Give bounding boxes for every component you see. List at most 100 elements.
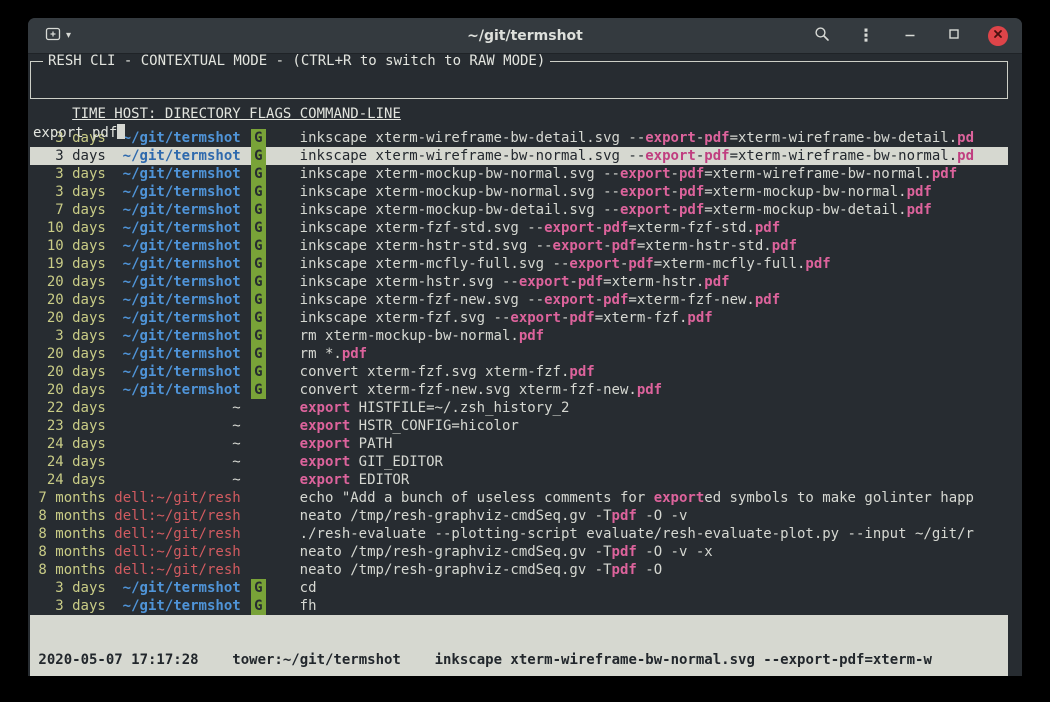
row-time: 10 days bbox=[30, 237, 106, 255]
history-row[interactable]: 3 days~/git/termshotGinkscape xterm-mock… bbox=[30, 183, 1008, 201]
row-time: 22 days bbox=[30, 399, 106, 417]
history-row[interactable]: 24 days~export PATH bbox=[30, 435, 1008, 453]
history-row[interactable]: 7 monthsdell:~/git/reshecho "Add a bunch… bbox=[30, 489, 1008, 507]
search-match-highlight: export bbox=[300, 436, 351, 452]
row-command: export HSTR_CONFIG=hicolor bbox=[300, 417, 519, 435]
search-match-highlight: pdf bbox=[578, 274, 603, 290]
row-time: 24 days bbox=[30, 453, 106, 471]
search-match-highlight: pdf bbox=[569, 364, 594, 380]
row-flags: G bbox=[249, 237, 291, 255]
row-flags bbox=[249, 543, 291, 561]
row-directory: ~/git/termshot bbox=[114, 363, 240, 381]
history-list: 3 days~/git/termshotGinkscape xterm-wire… bbox=[30, 129, 1008, 615]
search-match-highlight: pdf bbox=[612, 238, 637, 254]
row-directory: ~/git/termshot bbox=[114, 345, 240, 363]
terminal-window: ▾ ~/git/termshot ⋮ bbox=[28, 18, 1022, 676]
close-icon bbox=[992, 28, 1004, 43]
history-row[interactable]: 8 monthsdell:~/git/resh./resh-evaluate -… bbox=[30, 525, 1008, 543]
search-match-highlight: pdf bbox=[772, 238, 797, 254]
search-match-highlight: pdf bbox=[687, 310, 712, 326]
search-match-highlight: pdf bbox=[704, 274, 729, 290]
row-time: 20 days bbox=[30, 309, 106, 327]
new-tab-button[interactable]: ▾ bbox=[40, 22, 76, 49]
history-row[interactable]: 8 monthsdell:~/git/reshneato /tmp/resh-g… bbox=[30, 561, 1008, 579]
history-row[interactable]: 10 days~/git/termshotGinkscape xterm-fzf… bbox=[30, 219, 1008, 237]
history-row[interactable]: 24 days~export GIT_EDITOR bbox=[30, 453, 1008, 471]
row-time: 20 days bbox=[30, 345, 106, 363]
history-row[interactable]: 20 days~/git/termshotGconvert xterm-fzf.… bbox=[30, 363, 1008, 381]
restore-icon bbox=[947, 27, 961, 44]
git-flag-badge: G bbox=[251, 273, 265, 291]
row-directory: ~/git/termshot bbox=[114, 219, 240, 237]
history-row[interactable]: 19 days~/git/termshotGinkscape xterm-mcf… bbox=[30, 255, 1008, 273]
search-match-highlight: export bbox=[544, 220, 595, 236]
row-flags: G bbox=[249, 201, 291, 219]
row-command: rm xterm-mockup-bw-normal.pdf bbox=[300, 327, 544, 345]
row-flags bbox=[249, 453, 291, 471]
row-directory: ~/git/termshot bbox=[114, 273, 240, 291]
search-match-highlight: pdf bbox=[519, 328, 544, 344]
row-command: export PATH bbox=[300, 435, 393, 453]
search-match-highlight: pdf bbox=[907, 202, 932, 218]
history-row[interactable]: 20 days~/git/termshotGinkscape xterm-fzf… bbox=[30, 291, 1008, 309]
search-match-highlight: export bbox=[620, 184, 671, 200]
row-time: 20 days bbox=[30, 381, 106, 399]
git-flag-badge: G bbox=[251, 327, 265, 345]
history-row[interactable]: 3 days~/git/termshotGcd bbox=[30, 579, 1008, 597]
row-command: inkscape xterm-hstr.svg --export-pdf=xte… bbox=[300, 273, 730, 291]
search-match-highlight: export bbox=[510, 310, 561, 326]
row-command: fh bbox=[300, 597, 317, 615]
row-time: 19 days bbox=[30, 255, 106, 273]
row-command: inkscape xterm-mockup-bw-normal.svg --ex… bbox=[300, 183, 932, 201]
menu-button[interactable]: ⋮ bbox=[856, 26, 876, 46]
search-button[interactable] bbox=[812, 26, 832, 46]
row-directory: ~/git/termshot bbox=[114, 327, 240, 345]
terminal-screen[interactable]: RESH CLI - CONTEXTUAL MODE - (CTRL+R to … bbox=[28, 54, 1022, 676]
search-input[interactable]: export pdf bbox=[31, 116, 1007, 142]
history-row[interactable]: 8 monthsdell:~/git/reshneato /tmp/resh-g… bbox=[30, 543, 1008, 561]
row-flags bbox=[249, 525, 291, 543]
search-match-highlight: export bbox=[569, 256, 620, 272]
new-tab-icon bbox=[45, 26, 61, 45]
row-time: 3 days bbox=[30, 597, 106, 615]
search-match-highlight: export bbox=[519, 274, 570, 290]
history-row[interactable]: 3 days~/git/termshotGfh bbox=[30, 597, 1008, 615]
row-directory: ~/git/termshot bbox=[114, 255, 240, 273]
row-flags: G bbox=[249, 273, 291, 291]
history-row[interactable]: 8 monthsdell:~/git/reshneato /tmp/resh-g… bbox=[30, 507, 1008, 525]
row-flags: G bbox=[249, 291, 291, 309]
row-directory: ~ bbox=[114, 453, 240, 471]
history-row[interactable]: 22 days~export HISTFILE=~/.zsh_history_2 bbox=[30, 399, 1008, 417]
row-directory: dell:~/git/resh bbox=[114, 561, 240, 579]
row-time: 23 days bbox=[30, 417, 106, 435]
search-match-highlight: pdf bbox=[612, 562, 637, 578]
git-flag-badge: G bbox=[251, 363, 265, 381]
row-command: inkscape xterm-fzf-new.svg --export-pdf=… bbox=[300, 291, 780, 309]
search-match-highlight: pdf bbox=[805, 256, 830, 272]
row-flags bbox=[249, 417, 291, 435]
close-button[interactable] bbox=[988, 26, 1008, 46]
kebab-menu-icon: ⋮ bbox=[858, 26, 875, 46]
row-directory: ~ bbox=[114, 417, 240, 435]
history-row[interactable]: 10 days~/git/termshotGinkscape xterm-hst… bbox=[30, 237, 1008, 255]
history-row[interactable]: 20 days~/git/termshotGrm *.pdf bbox=[30, 345, 1008, 363]
history-row[interactable]: 20 days ~/git/termshot Ginkscape xterm-hst… bbox=[30, 273, 1008, 291]
search-match-highlight: export bbox=[654, 490, 705, 506]
history-row[interactable]: 20 days~/git/termshotGinkscape xterm-fzf… bbox=[30, 309, 1008, 327]
history-row[interactable]: 3 days~/git/termshotGrm xterm-mockup-bw-… bbox=[30, 327, 1008, 345]
row-command: echo "Add a bunch of useless comments fo… bbox=[300, 489, 974, 507]
search-match-highlight: pdf bbox=[628, 256, 653, 272]
search-match-highlight: pdf bbox=[907, 184, 932, 200]
row-flags bbox=[249, 489, 291, 507]
row-time: 20 days bbox=[30, 273, 106, 291]
row-command: neato /tmp/resh-graphviz-cmdSeq.gv -Tpdf… bbox=[300, 543, 713, 561]
restore-button[interactable] bbox=[944, 26, 964, 46]
minimize-button[interactable] bbox=[900, 26, 920, 46]
row-directory: ~/git/termshot bbox=[114, 309, 240, 327]
history-row[interactable]: 23 days ~ export HSTR_CONFIG=hicolor bbox=[30, 417, 1008, 435]
history-row[interactable]: 24 days~export EDITOR bbox=[30, 471, 1008, 489]
history-row[interactable]: 20 days~/git/termshotGconvert xterm-fzf-… bbox=[30, 381, 1008, 399]
row-command: neato /tmp/resh-graphviz-cmdSeq.gv -Tpdf… bbox=[300, 561, 662, 579]
row-directory: ~ bbox=[114, 471, 240, 489]
history-row[interactable]: 7 days~/git/termshotGinkscape xterm-mock… bbox=[30, 201, 1008, 219]
